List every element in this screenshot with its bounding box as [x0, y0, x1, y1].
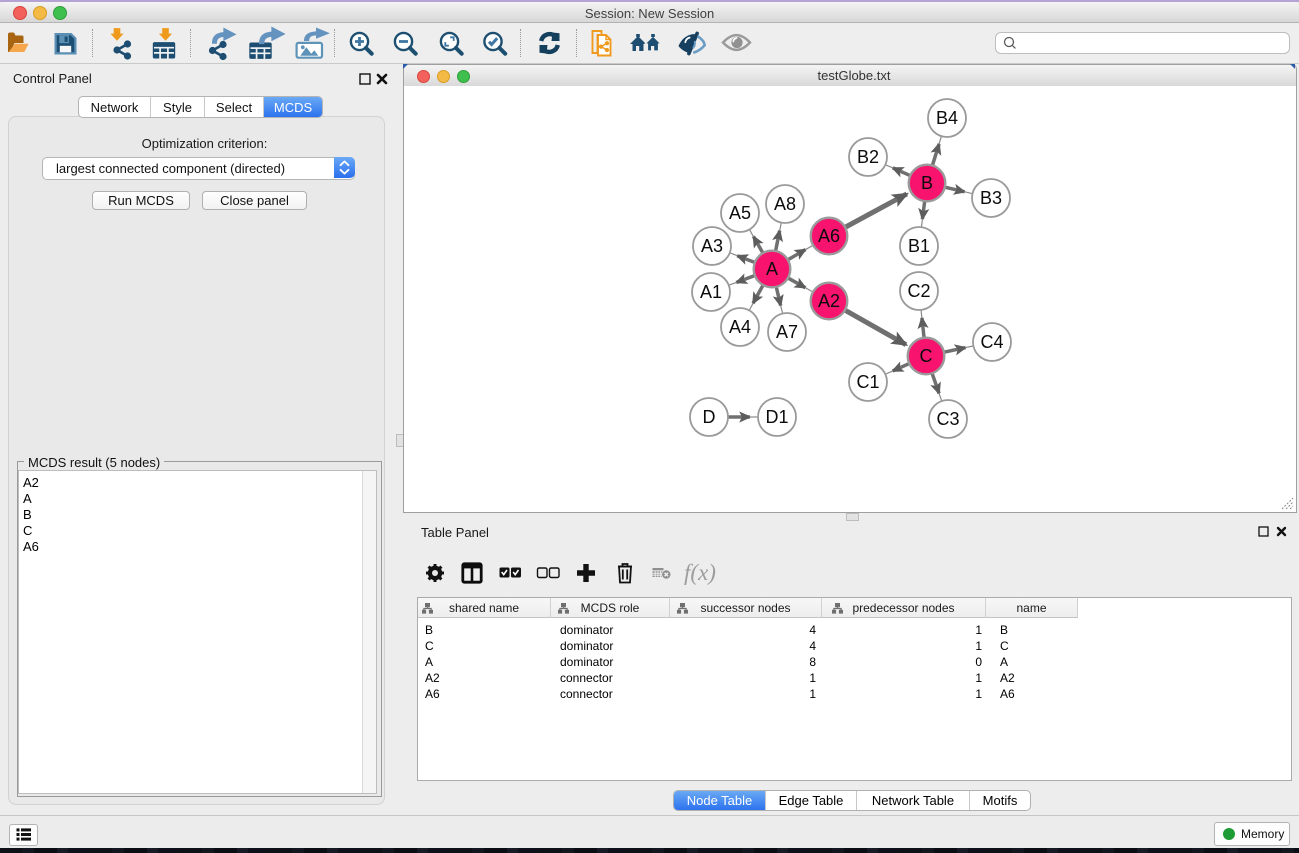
svg-text:A1: A1 [700, 282, 722, 302]
svg-text:A6: A6 [818, 226, 840, 246]
svg-text:f(x): f(x) [684, 560, 716, 585]
svg-text:A5: A5 [729, 203, 751, 223]
svg-text:C2: C2 [907, 281, 930, 301]
svg-text:A: A [766, 259, 778, 279]
svg-text:B4: B4 [936, 108, 958, 128]
svg-text:C3: C3 [936, 409, 959, 429]
svg-text:C1: C1 [856, 372, 879, 392]
svg-text:D1: D1 [765, 407, 788, 427]
svg-text:A8: A8 [774, 194, 796, 214]
svg-text:D: D [703, 407, 716, 427]
svg-text:A7: A7 [776, 322, 798, 342]
svg-text:A4: A4 [729, 317, 751, 337]
svg-text:A2: A2 [818, 291, 840, 311]
svg-text:C: C [920, 346, 933, 366]
svg-text:A3: A3 [701, 236, 723, 256]
svg-text:C4: C4 [980, 332, 1003, 352]
svg-text:B2: B2 [857, 147, 879, 167]
svg-text:B: B [921, 173, 933, 193]
svg-text:B1: B1 [908, 236, 930, 256]
svg-text:B3: B3 [980, 188, 1002, 208]
